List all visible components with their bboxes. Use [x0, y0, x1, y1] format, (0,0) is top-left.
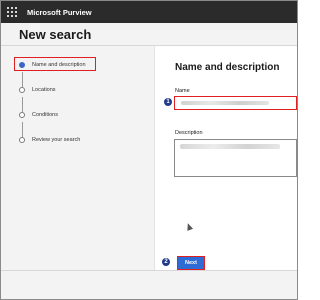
step-pending-icon — [19, 87, 25, 93]
step-pending-icon — [19, 137, 25, 143]
wizard-stepper: Name and description Locations Condition… — [14, 57, 145, 159]
name-input[interactable] — [174, 96, 297, 110]
top-bar: Microsoft Purview — [1, 1, 297, 23]
app-title[interactable]: Microsoft Purview — [27, 8, 92, 17]
mouse-cursor-icon — [184, 222, 194, 231]
callout-badge-2: 2 — [161, 257, 171, 267]
step-connector — [22, 72, 23, 87]
app-window: Microsoft Purview New search Name and de… — [0, 0, 298, 300]
step-pending-icon — [19, 112, 25, 118]
callout-badge-1: 1 — [163, 97, 173, 107]
step-locations[interactable]: Locations — [15, 87, 56, 93]
description-label: Description — [175, 130, 203, 136]
step-connector — [22, 97, 23, 112]
step-label: Conditions — [32, 112, 58, 118]
step-name-and-description[interactable]: Name and description — [15, 62, 86, 68]
step-review-your-search[interactable]: Review your search — [15, 137, 80, 143]
name-label: Name — [175, 88, 190, 94]
description-textarea[interactable] — [174, 139, 297, 177]
page-title: New search — [19, 27, 92, 42]
redacted-name-text — [181, 101, 269, 105]
next-button[interactable]: Next — [177, 256, 205, 270]
step-label: Name and description — [32, 62, 86, 68]
app-launcher-icon[interactable] — [7, 7, 17, 17]
step-current-icon — [19, 62, 25, 68]
redacted-description-text — [180, 144, 280, 149]
step-conditions[interactable]: Conditions — [15, 112, 58, 118]
section-title: Name and description — [175, 62, 280, 73]
step-label: Review your search — [32, 137, 81, 143]
form-pane: Name and description Name Description — [155, 46, 297, 270]
footer-bar — [1, 270, 297, 299]
step-label: Locations — [32, 87, 56, 93]
step-connector — [22, 122, 23, 137]
